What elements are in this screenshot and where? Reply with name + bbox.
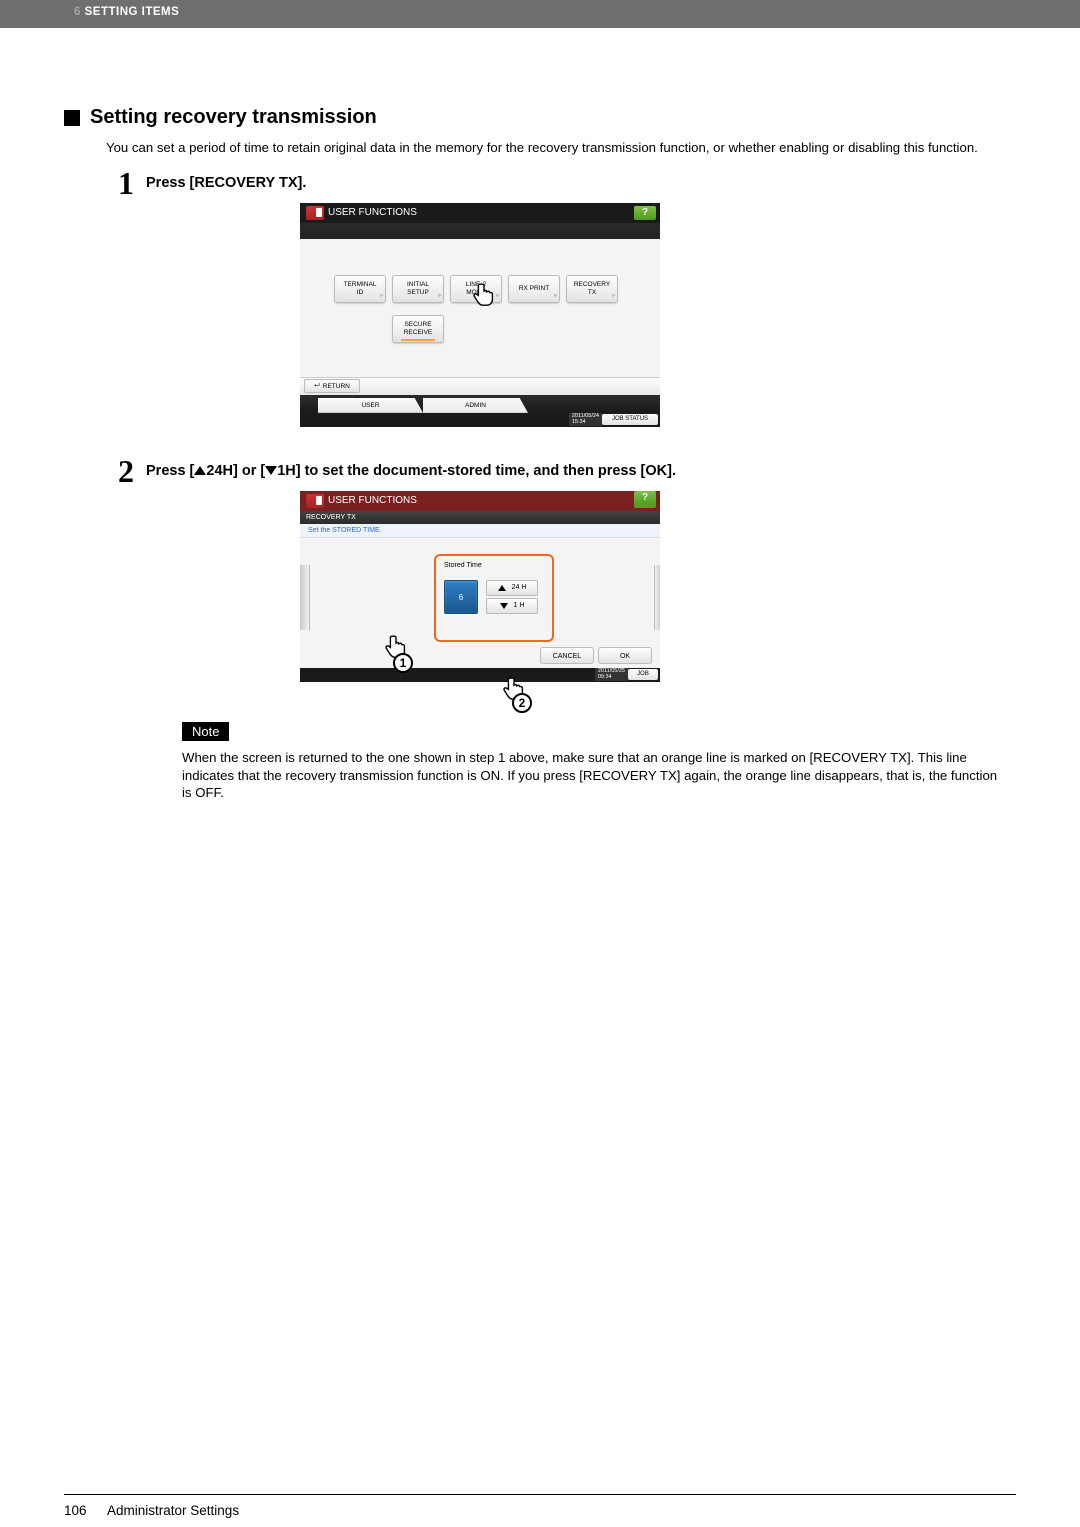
section-heading-row: Setting recovery transmission xyxy=(64,106,1016,129)
page-number: 106 xyxy=(64,1503,104,1518)
mfp-title-2: USER FUNCTIONS xyxy=(328,495,417,506)
square-bullet-icon xyxy=(64,110,80,126)
triangle-up-icon xyxy=(498,585,506,591)
stored-time-label: Stored Time xyxy=(444,562,482,569)
right-gutter xyxy=(654,565,660,630)
callout-1: 1 xyxy=(393,653,413,673)
section-title: Setting recovery transmission xyxy=(90,106,377,129)
triangle-down-icon xyxy=(265,466,277,475)
return-row: ⮠RETURN xyxy=(300,377,660,395)
screenshot-user-functions: USER FUNCTIONS ? TERMINAL ID» INITIAL SE… xyxy=(300,203,660,427)
orange-indicator-line xyxy=(401,339,435,341)
page-footer: 106 Administrator Settings xyxy=(0,1494,1080,1518)
step-2: 2 Press [24H] or [1H] to set the documen… xyxy=(118,455,1016,487)
app-icon xyxy=(306,494,324,508)
breadcrumb: RECOVERY TX ? xyxy=(300,511,660,524)
chapter-number: 6 xyxy=(74,6,81,18)
help-button[interactable]: ? xyxy=(634,491,656,505)
mfp-title: USER FUNCTIONS xyxy=(328,207,417,218)
hand-cursor-icon xyxy=(470,279,498,309)
hint-bar: Set the STORED TIME. xyxy=(300,524,660,538)
datetime-label: 2011/05/24 15:34 xyxy=(569,413,602,426)
chapter-title: SETTING ITEMS xyxy=(85,6,180,18)
status-row: 2011/05/24 15:34 JOB STATUS xyxy=(300,413,660,427)
left-gutter xyxy=(300,565,310,630)
return-arrow-icon: ⮠ xyxy=(314,382,320,390)
step-1-text: Press [RECOVERY TX]. xyxy=(146,167,306,191)
mfp-body-2: Stored Time 6 24 H 1 H CANCEL OK xyxy=(300,538,660,668)
ok-button[interactable]: OK xyxy=(598,647,652,664)
decrease-1h-button[interactable]: 1 H xyxy=(486,598,538,614)
triangle-up-icon xyxy=(194,466,206,475)
chapter-header-bar: 6 SETTING ITEMS xyxy=(0,0,1080,28)
step-1: 1 Press [RECOVERY TX]. xyxy=(118,167,1016,199)
footer-rule xyxy=(64,1494,1016,1495)
footer-title: Administrator Settings xyxy=(107,1503,239,1518)
datetime-label-2: 2011/05/25 09:34 xyxy=(595,668,628,681)
job-status-button[interactable]: JOB STATUS xyxy=(602,414,658,425)
screenshot-recovery-tx: USER FUNCTIONS ? RECOVERY TX ? Set the S… xyxy=(300,491,660,682)
cancel-button[interactable]: CANCEL xyxy=(540,647,594,664)
secure-receive-button[interactable]: SECURE RECEIVE xyxy=(392,315,444,343)
recovery-tx-button[interactable]: RECOVERY TX» xyxy=(566,275,618,303)
tabs-row: USER ADMIN xyxy=(300,395,660,413)
app-icon xyxy=(306,206,324,220)
stored-time-value: 6 xyxy=(444,580,478,614)
triangle-down-icon xyxy=(500,603,508,609)
mfp-titlebar: USER FUNCTIONS ? xyxy=(300,203,660,223)
step-2-text: Press [24H] or [1H] to set the document-… xyxy=(146,455,676,479)
note-text: When the screen is returned to the one s… xyxy=(182,749,1002,802)
tab-user[interactable]: USER xyxy=(318,398,423,413)
section-intro: You can set a period of time to retain o… xyxy=(106,139,1016,157)
terminal-id-button[interactable]: TERMINAL ID» xyxy=(334,275,386,303)
mfp-titlebar-2: USER FUNCTIONS ? xyxy=(300,491,660,511)
step-number-2: 2 xyxy=(118,455,134,487)
increase-24h-button[interactable]: 24 H xyxy=(486,580,538,596)
tab-admin[interactable]: ADMIN xyxy=(423,398,528,413)
initial-setup-button[interactable]: INITIAL SETUP» xyxy=(392,275,444,303)
callout-2: 2 xyxy=(512,693,532,713)
note-label: Note xyxy=(182,722,229,741)
step-number-1: 1 xyxy=(118,167,134,199)
job-status-button-2[interactable]: JOB xyxy=(628,669,658,680)
status-row-2: 2011/05/25 09:34 JOB xyxy=(300,668,660,682)
mfp-subbar xyxy=(300,223,660,239)
return-button[interactable]: ⮠RETURN xyxy=(304,379,360,393)
rx-print-button[interactable]: RX PRINT» xyxy=(508,275,560,303)
help-button[interactable]: ? xyxy=(634,206,656,220)
